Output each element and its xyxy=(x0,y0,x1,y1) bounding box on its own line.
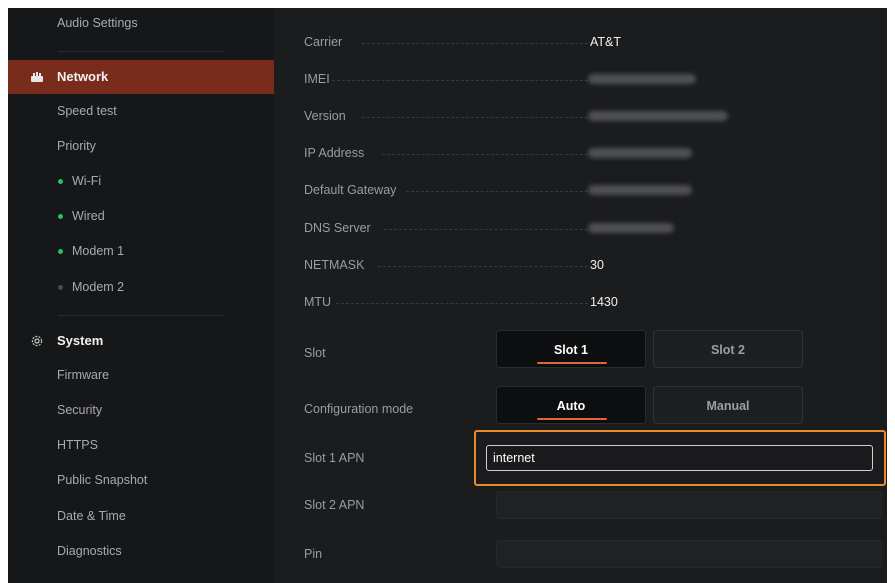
sidebar-item-label: Audio Settings xyxy=(57,16,138,30)
detail-label: MTU xyxy=(304,295,332,309)
leader-line xyxy=(332,80,588,81)
leader-line xyxy=(362,43,588,44)
sidebar-item-label: Diagnostics xyxy=(57,544,122,558)
status-dot xyxy=(58,179,63,184)
sidebar-item-label: Priority xyxy=(57,139,96,153)
detail-label: Version xyxy=(304,109,346,123)
sidebar-divider xyxy=(58,51,224,52)
sidebar-item-label: Wired xyxy=(72,209,105,223)
sidebar-item-public-snapshot[interactable]: Public Snapshot xyxy=(8,463,291,497)
detail-label: Carrier xyxy=(304,35,343,49)
leader-line xyxy=(378,266,588,267)
sidebar-item-wired[interactable]: Wired xyxy=(8,199,306,233)
sidebar-item-label: Speed test xyxy=(57,104,117,118)
detail-label: Default Gateway xyxy=(304,183,397,197)
redacted-value xyxy=(588,185,692,195)
detail-label: IMEI xyxy=(304,72,330,86)
modem-details-panel: Carrier AT&T IMEI Version IP Address Def… xyxy=(274,8,887,583)
sidebar-item-modem-2[interactable]: Modem 2 xyxy=(8,270,306,304)
detail-value: 30 xyxy=(590,258,604,272)
sidebar-item-wifi[interactable]: Wi-Fi xyxy=(8,164,306,198)
sidebar: Audio Settings Network Speed test Priori… xyxy=(8,8,291,583)
detail-label: NETMASK xyxy=(304,258,365,272)
sidebar-item-audio-settings[interactable]: Audio Settings xyxy=(8,8,291,40)
app-window: Audio Settings Network Speed test Priori… xyxy=(8,8,887,583)
sidebar-item-label: HTTPS xyxy=(57,438,98,452)
segment-label: Slot 2 xyxy=(710,343,746,357)
pin-input[interactable] xyxy=(496,540,882,568)
sidebar-section-label: System xyxy=(57,333,104,348)
slot-1-apn-focus-ring xyxy=(474,430,886,486)
sidebar-item-label: Firmware xyxy=(57,368,110,382)
sidebar-item-security[interactable]: Security xyxy=(8,393,291,427)
detail-label: DNS Server xyxy=(304,221,371,235)
segment-label: Manual xyxy=(706,399,750,413)
active-indicator xyxy=(537,418,607,420)
sidebar-item-label: Public Snapshot xyxy=(57,473,148,487)
sidebar-item-firmware[interactable]: Firmware xyxy=(8,358,291,392)
sidebar-divider xyxy=(58,315,224,316)
status-dot xyxy=(58,214,63,219)
leader-line xyxy=(406,191,588,192)
sidebar-item-label: Modem 2 xyxy=(72,280,125,294)
sidebar-item-https[interactable]: HTTPS xyxy=(8,428,291,462)
sidebar-item-network[interactable]: Network xyxy=(8,60,291,94)
active-indicator xyxy=(537,362,607,364)
sidebar-item-system[interactable]: System xyxy=(8,324,291,358)
sidebar-item-speed-test[interactable]: Speed test xyxy=(8,94,291,128)
manual-mode-button[interactable]: Manual xyxy=(653,386,803,424)
sidebar-item-label: Wi-Fi xyxy=(72,174,102,188)
status-dot xyxy=(58,285,63,290)
leader-line xyxy=(336,303,588,304)
network-icon xyxy=(28,60,46,94)
redacted-value xyxy=(588,148,692,158)
segment-label: Auto xyxy=(556,399,586,413)
slot-1-button[interactable]: Slot 1 xyxy=(496,330,646,368)
sidebar-item-date-time[interactable]: Date & Time xyxy=(8,499,291,533)
sidebar-item-diagnostics[interactable]: Diagnostics xyxy=(8,534,291,568)
sidebar-item-label: Modem 1 xyxy=(72,244,125,258)
status-dot xyxy=(58,249,63,254)
sidebar-section-label: Network xyxy=(57,69,109,84)
slot-2-button[interactable]: Slot 2 xyxy=(653,330,803,368)
configuration-mode-label: Configuration mode xyxy=(304,402,414,416)
leader-line xyxy=(362,117,588,118)
redacted-value xyxy=(588,74,696,84)
sidebar-item-label: Security xyxy=(57,403,103,417)
leader-line xyxy=(384,229,588,230)
detail-value: AT&T xyxy=(590,35,622,49)
pin-label: Pin xyxy=(304,547,323,561)
gear-icon xyxy=(28,324,46,358)
redacted-value xyxy=(588,111,728,121)
sidebar-item-label: Date & Time xyxy=(57,509,126,523)
segment-label: Slot 1 xyxy=(553,343,589,357)
slot-2-apn-label: Slot 2 APN xyxy=(304,498,365,512)
slot-1-apn-label: Slot 1 APN xyxy=(304,451,365,465)
sidebar-item-priority[interactable]: Priority xyxy=(8,129,291,163)
auto-mode-button[interactable]: Auto xyxy=(496,386,646,424)
sidebar-item-modem-1[interactable]: Modem 1 xyxy=(8,234,306,268)
slot-1-apn-input[interactable] xyxy=(486,445,873,471)
slot-2-apn-input[interactable] xyxy=(496,491,882,519)
detail-label: IP Address xyxy=(304,146,365,160)
redacted-value xyxy=(588,223,674,233)
leader-line xyxy=(382,154,588,155)
detail-value: 1430 xyxy=(590,295,618,309)
slot-label: Slot xyxy=(304,346,326,360)
